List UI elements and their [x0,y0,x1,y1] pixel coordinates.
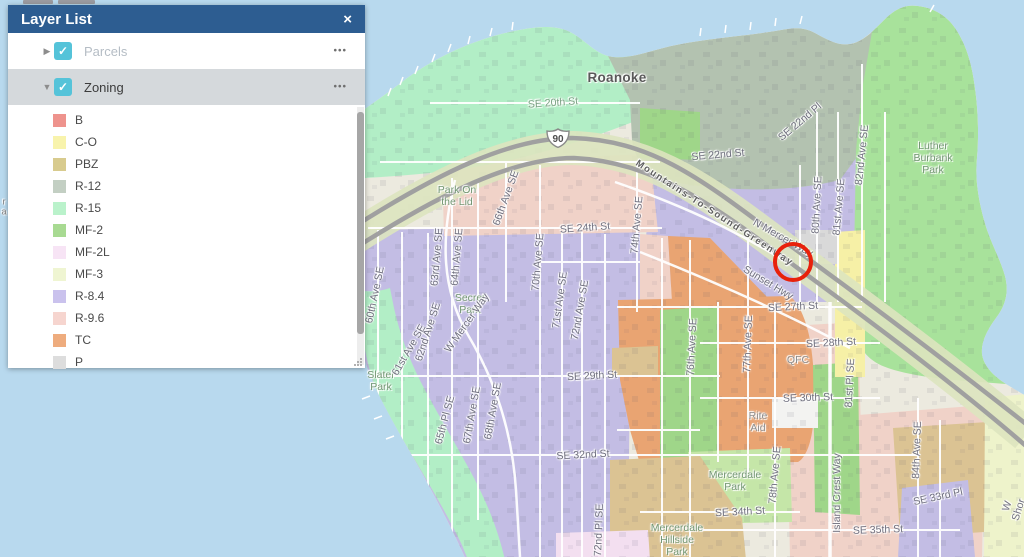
legend-item: MF-2L [8,241,365,263]
app-window: 90 RoanokeLuther Burbank ParkPark On the… [0,0,1024,557]
legend-swatch [53,224,66,237]
layer-menu-icon[interactable]: ••• [333,82,347,93]
legend-swatch [53,268,66,281]
panel-scrollbar[interactable] [357,107,364,365]
legend-item: R-9.6 [8,307,365,329]
legend-item: C-O [8,131,365,153]
legend-swatch [53,158,66,171]
legend-swatch [53,312,66,325]
parcels-checkbox[interactable]: ✓ [54,42,72,60]
legend-label: R-8.4 [75,289,104,303]
legend-label: P [75,355,83,369]
legend-item: B [8,109,365,131]
layer-row-parcels[interactable]: ▶ ✓ Parcels ••• [8,33,365,69]
legend-item: TC [8,329,365,351]
legend-item: R-12 [8,175,365,197]
legend-item: R-8.4 [8,285,365,307]
panel-header: Layer List × [8,5,365,33]
legend-item: MF-2 [8,219,365,241]
legend-swatch [53,334,66,347]
legend-item: R-15 [8,197,365,219]
chevron-right-icon[interactable]: ▶ [40,46,54,57]
legend-label: MF-2L [75,245,110,259]
scrollbar-thumb[interactable] [357,112,364,334]
legend-swatch [53,290,66,303]
map-tool-tab[interactable] [23,0,53,4]
shield-number: 90 [552,134,564,145]
legend-label: PBZ [75,157,98,171]
map-tool-tab[interactable] [58,0,95,4]
legend-item: P [8,351,365,373]
close-icon[interactable]: × [343,12,352,27]
legend-label: C-O [75,135,97,149]
legend-label: R-12 [75,179,101,193]
legend-label: R-15 [75,201,101,215]
layer-list-panel: Layer List × ▶ ✓ Parcels ••• ▼ ✓ Zoning … [8,5,365,368]
legend-item: MF-3 [8,263,365,285]
layer-row-zoning[interactable]: ▼ ✓ Zoning ••• [8,69,365,105]
layer-menu-icon[interactable]: ••• [333,46,347,57]
legend-item: PBZ [8,153,365,175]
legend-swatch [53,114,66,127]
resize-grip-icon[interactable] [353,357,363,367]
layer-label-zoning: Zoning [84,80,124,95]
legend-label: R-9.6 [75,311,104,325]
legend-label: MF-2 [75,223,103,237]
panel-title: Layer List [21,11,92,28]
legend-swatch [53,202,66,215]
legend-swatch [53,356,66,369]
legend-swatch [53,180,66,193]
legend-swatch [53,246,66,259]
zoning-overlays [340,0,1024,557]
zoning-checkbox[interactable]: ✓ [54,78,72,96]
layer-label-parcels: Parcels [84,44,127,59]
chevron-down-icon[interactable]: ▼ [40,82,54,92]
legend-label: MF-3 [75,267,103,281]
legend-label: B [75,113,83,127]
legend-label: TC [75,333,91,347]
legend-swatch [53,136,66,149]
legend-list: B C-O PBZ R-12 R-15 MF-2 MF-2L MF-3 R-8.4 R-9.6 TC… [8,105,365,373]
